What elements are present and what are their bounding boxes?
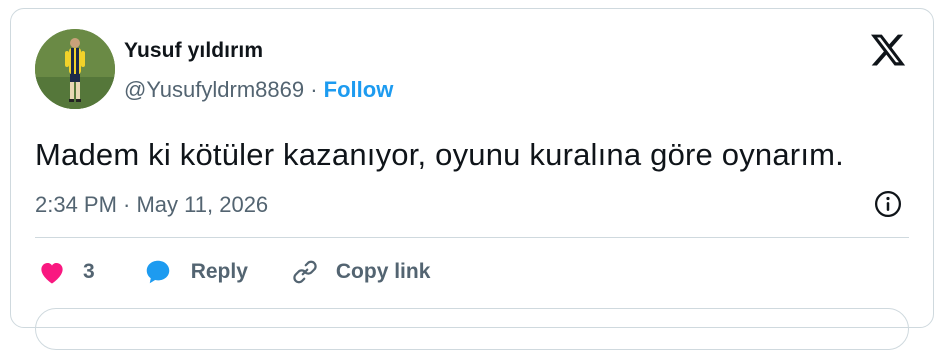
tweet-text: Madem ki kötüler kazanıyor, oyunu kuralı…: [35, 137, 844, 172]
avatar-image: [35, 29, 115, 109]
x-logo-icon[interactable]: [869, 31, 907, 69]
reply-label: Reply: [190, 260, 248, 283]
action-bar: 3 Reply Copy link: [37, 255, 430, 289]
avatar[interactable]: [35, 29, 115, 109]
tweet-timestamp[interactable]: 2:34 PM · May 11, 2026: [35, 192, 268, 218]
divider: [35, 237, 909, 238]
author-handle-row: @Yusufyldrm8869 · Follow: [124, 77, 393, 103]
follow-button[interactable]: Follow: [324, 77, 394, 102]
link-icon: [293, 260, 317, 284]
copy-link-button[interactable]: Copy link: [290, 257, 431, 287]
reply-bubble-icon: [146, 260, 169, 284]
reply-button[interactable]: Reply: [143, 257, 248, 287]
like-count: 3: [83, 260, 95, 283]
like-button[interactable]: 3: [37, 257, 95, 287]
author-display-name[interactable]: Yusuf yıldırım: [124, 39, 263, 63]
copy-link-label: Copy link: [335, 260, 431, 283]
author-handle[interactable]: @Yusufyldrm8869: [124, 77, 304, 102]
separator-dot: ·: [310, 77, 318, 102]
tweet-embed-card: Yusuf yıldırım @Yusufyldrm8869 · Follow …: [10, 8, 934, 350]
heart-icon: [41, 263, 63, 284]
read-more-button[interactable]: [35, 308, 909, 350]
info-icon[interactable]: [873, 189, 903, 219]
